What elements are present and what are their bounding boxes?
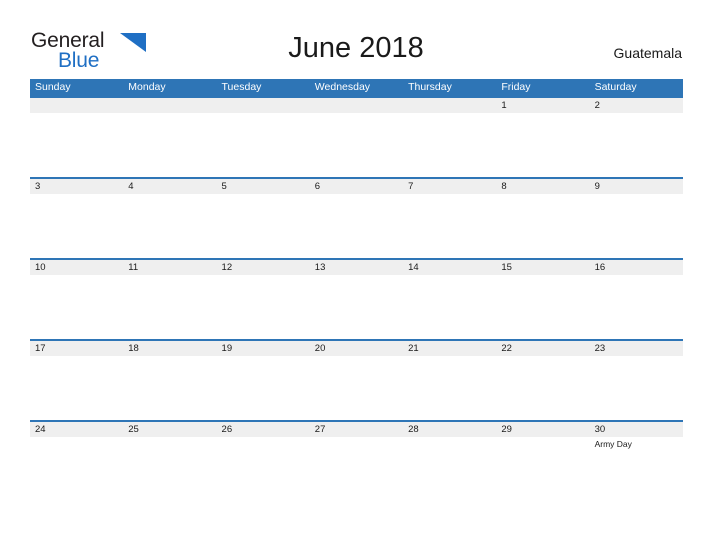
day-event[interactable] (217, 113, 310, 177)
day-number[interactable] (403, 98, 496, 113)
day-number[interactable]: 19 (217, 341, 310, 356)
day-event[interactable] (310, 356, 403, 420)
calendar-grid: Sunday Monday Tuesday Wednesday Thursday… (30, 79, 683, 501)
day-event[interactable] (496, 275, 589, 339)
day-event[interactable] (590, 194, 683, 258)
day-event[interactable] (403, 194, 496, 258)
day-event[interactable] (30, 356, 123, 420)
week-row: 24 25 26 27 28 29 30 Army Day (30, 420, 683, 501)
week-event-body (30, 113, 683, 177)
day-number[interactable]: 10 (30, 260, 123, 275)
day-number[interactable]: 22 (496, 341, 589, 356)
day-number[interactable]: 25 (123, 422, 216, 437)
week-daynumber-band: 10 11 12 13 14 15 16 (30, 260, 683, 275)
day-number[interactable]: 24 (30, 422, 123, 437)
day-event[interactable] (217, 356, 310, 420)
week-event-body: Army Day (30, 437, 683, 501)
day-event[interactable] (30, 113, 123, 177)
day-number[interactable]: 23 (590, 341, 683, 356)
day-event[interactable] (310, 194, 403, 258)
week-event-body (30, 194, 683, 258)
day-event[interactable] (30, 194, 123, 258)
day-event[interactable] (123, 194, 216, 258)
day-number[interactable]: 14 (403, 260, 496, 275)
day-number[interactable]: 7 (403, 179, 496, 194)
day-number[interactable]: 11 (123, 260, 216, 275)
day-number[interactable]: 3 (30, 179, 123, 194)
weekday-header-thursday: Thursday (408, 81, 452, 93)
weekday-header-sunday: Sunday (35, 81, 71, 93)
week-event-body (30, 275, 683, 339)
day-event[interactable] (403, 113, 496, 177)
week-row: 3 4 5 6 7 8 9 (30, 177, 683, 258)
day-number[interactable]: 27 (310, 422, 403, 437)
day-event[interactable] (310, 275, 403, 339)
week-daynumber-band: 3 4 5 6 7 8 9 (30, 179, 683, 194)
day-event[interactable] (123, 437, 216, 501)
page-header: General Blue June 2018 Guatemala (0, 0, 712, 78)
day-event[interactable] (310, 437, 403, 501)
day-event[interactable] (403, 437, 496, 501)
day-number[interactable]: 2 (590, 98, 683, 113)
weekday-header-tuesday: Tuesday (221, 81, 262, 93)
weekday-header-row: Sunday Monday Tuesday Wednesday Thursday… (30, 79, 683, 96)
country-label: Guatemala (613, 45, 682, 61)
day-event[interactable]: Army Day (590, 437, 683, 501)
week-row: 1 2 (30, 96, 683, 177)
day-number[interactable]: 30 (590, 422, 683, 437)
calendar-page: General Blue June 2018 Guatemala Sunday … (0, 0, 712, 550)
day-event[interactable] (590, 356, 683, 420)
day-number[interactable] (30, 98, 123, 113)
day-event[interactable] (123, 275, 216, 339)
day-event[interactable] (123, 113, 216, 177)
day-number[interactable]: 1 (496, 98, 589, 113)
weekday-header-friday: Friday (501, 81, 531, 93)
day-event[interactable] (403, 356, 496, 420)
day-number[interactable]: 20 (310, 341, 403, 356)
week-daynumber-band: 1 2 (30, 98, 683, 113)
day-event[interactable] (590, 113, 683, 177)
day-number[interactable]: 21 (403, 341, 496, 356)
day-number[interactable]: 5 (217, 179, 310, 194)
day-number[interactable]: 9 (590, 179, 683, 194)
day-number[interactable] (310, 98, 403, 113)
day-event[interactable] (217, 437, 310, 501)
day-number[interactable]: 26 (217, 422, 310, 437)
day-number[interactable]: 16 (590, 260, 683, 275)
day-number[interactable]: 8 (496, 179, 589, 194)
day-number[interactable]: 28 (403, 422, 496, 437)
day-number[interactable]: 12 (217, 260, 310, 275)
day-number[interactable]: 13 (310, 260, 403, 275)
day-number[interactable] (217, 98, 310, 113)
day-number[interactable] (123, 98, 216, 113)
week-daynumber-band: 17 18 19 20 21 22 23 (30, 341, 683, 356)
day-number[interactable]: 6 (310, 179, 403, 194)
week-row: 17 18 19 20 21 22 23 (30, 339, 683, 420)
day-event[interactable] (496, 437, 589, 501)
day-event[interactable] (30, 437, 123, 501)
day-number[interactable]: 15 (496, 260, 589, 275)
day-event[interactable] (590, 275, 683, 339)
day-number[interactable]: 18 (123, 341, 216, 356)
week-event-body (30, 356, 683, 420)
day-event[interactable] (30, 275, 123, 339)
day-event[interactable] (403, 275, 496, 339)
day-number[interactable]: 17 (30, 341, 123, 356)
weekday-header-saturday: Saturday (594, 81, 637, 93)
day-event[interactable] (496, 356, 589, 420)
day-number[interactable]: 29 (496, 422, 589, 437)
day-event[interactable] (496, 113, 589, 177)
day-event[interactable] (310, 113, 403, 177)
day-event[interactable] (217, 275, 310, 339)
week-row: 10 11 12 13 14 15 16 (30, 258, 683, 339)
day-number[interactable]: 4 (123, 179, 216, 194)
day-event[interactable] (217, 194, 310, 258)
week-daynumber-band: 24 25 26 27 28 29 30 (30, 422, 683, 437)
day-event[interactable] (123, 356, 216, 420)
day-event[interactable] (496, 194, 589, 258)
weekday-header-wednesday: Wednesday (314, 81, 371, 93)
weekday-header-monday: Monday (128, 81, 166, 93)
page-title: June 2018 (288, 32, 424, 64)
